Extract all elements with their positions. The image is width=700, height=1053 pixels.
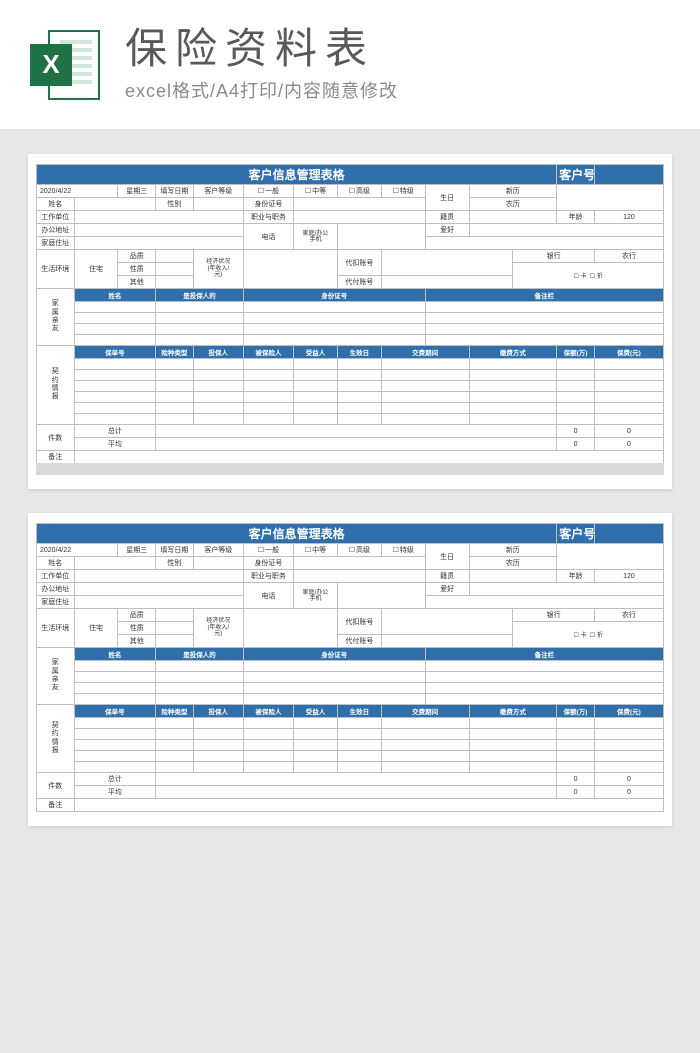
gender-value xyxy=(193,198,243,211)
avg-premium: 0 xyxy=(594,438,663,451)
ct-hdr-period: 交费期间 xyxy=(381,346,469,359)
id-label: 身份证号 xyxy=(243,198,293,211)
work-unit-label: 工作单位 xyxy=(37,211,75,224)
blank-row xyxy=(425,237,663,250)
other-label: 其他 xyxy=(118,276,156,289)
banner-subtitle: excel格式/A4打印/内容随意修改 xyxy=(125,77,398,103)
date-cell: 2020/4/22 xyxy=(37,185,118,198)
weekday: 星期三 xyxy=(118,185,156,198)
cal-lunar: 农历 xyxy=(469,198,557,211)
sheet-title: 客户信息管理表格 xyxy=(37,165,557,185)
ct-hdr-premium: 保费(元) xyxy=(594,346,663,359)
phone-label: 电话 xyxy=(243,224,293,250)
name-label: 姓名 xyxy=(37,198,75,211)
ct-hdr-amount: 保额(万) xyxy=(557,346,595,359)
age-value: 120 xyxy=(594,211,663,224)
cust-level-label: 客户等级 xyxy=(193,185,243,198)
phone-value xyxy=(337,224,425,250)
phone-sub: 家庭/办公手机 xyxy=(294,224,338,250)
native-value xyxy=(469,211,557,224)
other-value xyxy=(156,276,194,289)
hobby-label: 爱好 xyxy=(425,224,469,237)
ct-hdr-type: 险种类型 xyxy=(156,346,194,359)
deduct-acc-value xyxy=(381,250,513,276)
cust-no-value xyxy=(594,165,663,185)
excel-icon: X xyxy=(30,30,100,100)
native-label: 籍贯 xyxy=(425,211,469,224)
insurance-sheet: 客户信息管理表格 客户号 2020/4/22 星期三 填写日期 客户等级 一般 … xyxy=(36,164,664,464)
gender-label: 性别 xyxy=(156,198,194,211)
remark-value xyxy=(74,451,663,464)
level-normal: 一般 xyxy=(243,185,293,198)
nature-value xyxy=(156,263,194,276)
cust-no-label: 客户号 xyxy=(557,165,595,185)
ct-hdr-policy: 保单号 xyxy=(74,346,155,359)
office-addr-value xyxy=(74,224,243,237)
rural-bank-label: 农行 xyxy=(594,250,663,263)
house-label: 住宅 xyxy=(74,250,118,289)
contract-section: 契约情报 xyxy=(37,346,75,425)
ct-hdr-eff: 生效日 xyxy=(337,346,381,359)
job-label: 职业与职务 xyxy=(243,211,293,224)
age-label: 年龄 xyxy=(557,211,595,224)
quality-value xyxy=(156,250,194,263)
pay-acc-label: 代付账号 xyxy=(337,276,381,289)
avg-amount: 0 xyxy=(557,438,595,451)
pay-acc-value xyxy=(381,276,513,289)
fam-hdr-id: 身份证号 xyxy=(243,289,425,302)
work-unit-value xyxy=(74,211,243,224)
total-label: 总计 xyxy=(74,425,155,438)
avg-label: 平均 xyxy=(74,438,155,451)
sheet-footer xyxy=(36,463,664,475)
banner-title: 保险资料表 xyxy=(125,26,398,72)
banner-text: 保险资料表 excel格式/A4打印/内容随意修改 xyxy=(125,26,398,102)
cal-solar: 新历 xyxy=(469,185,557,198)
life-env-label: 生活环境 xyxy=(37,250,75,289)
econ-value xyxy=(243,250,337,289)
preview-card-2: 客户信息管理表格 客户号 2020/4/22 星期三 填写日期 客户等级 一般 … xyxy=(28,513,672,826)
count-label: 件数 xyxy=(37,425,75,451)
total-amount: 0 xyxy=(557,425,595,438)
bank-label: 银行 xyxy=(513,250,594,263)
total-premium: 0 xyxy=(594,425,663,438)
birthday-value xyxy=(557,185,664,211)
home-addr-value xyxy=(74,237,243,250)
hobby-value xyxy=(469,224,663,237)
cust-no-label-2: 客户号 xyxy=(557,524,595,544)
deduct-acc-label: 代扣账号 xyxy=(337,250,381,276)
level-mid: 中等 xyxy=(294,185,338,198)
sheet-title-2: 客户信息管理表格 xyxy=(37,524,557,544)
job-value xyxy=(294,211,426,224)
level-high: 高级 xyxy=(337,185,381,198)
fam-hdr-remark: 备注栏 xyxy=(425,289,663,302)
fill-date-label: 填写日期 xyxy=(156,185,194,198)
ct-hdr-holder: 投保人 xyxy=(193,346,243,359)
home-addr-label: 家庭住址 xyxy=(37,237,75,250)
insurance-sheet-2: 客户信息管理表格 客户号 2020/4/22 星期三 填写日期 客户等级 一般 … xyxy=(36,523,664,812)
ct-hdr-method: 缴费方式 xyxy=(469,346,557,359)
ct-hdr-benef: 受益人 xyxy=(294,346,338,359)
office-addr-label: 办公地址 xyxy=(37,224,75,237)
top-banner: X 保险资料表 excel格式/A4打印/内容随意修改 xyxy=(0,0,700,130)
birthday-label: 生日 xyxy=(425,185,469,211)
nature-label: 性质 xyxy=(118,263,156,276)
remark-label: 备注 xyxy=(37,451,75,464)
family-section: 家属亲友 xyxy=(37,289,75,346)
quality-label: 品质 xyxy=(118,250,156,263)
econ-label: 经济状况(年收入/元) xyxy=(193,250,243,289)
level-special: 特级 xyxy=(381,185,425,198)
id-value xyxy=(294,198,426,211)
fam-hdr-rel: 是投保人的 xyxy=(156,289,244,302)
preview-card-1: 客户信息管理表格 客户号 2020/4/22 星期三 填写日期 客户等级 一般 … xyxy=(28,154,672,489)
fam-hdr-name: 姓名 xyxy=(74,289,155,302)
name-value xyxy=(74,198,155,211)
ct-hdr-insured: 被保险人 xyxy=(243,346,293,359)
bank-choice: ☐ 卡 ☐ 折 xyxy=(513,263,664,289)
